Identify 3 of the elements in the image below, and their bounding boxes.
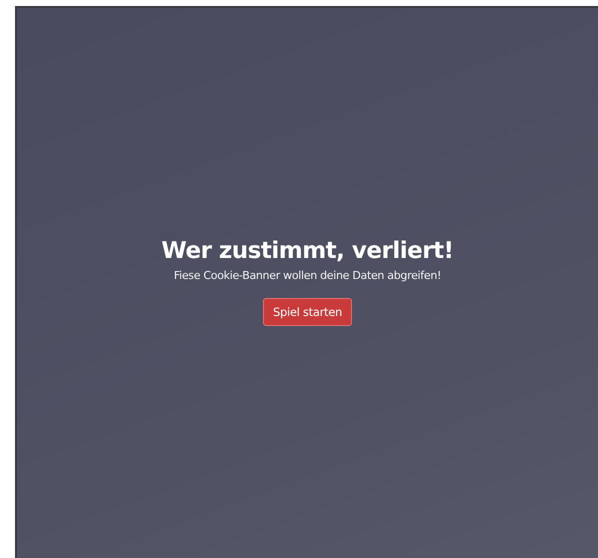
start-game-button[interactable]: Spiel starten [263, 298, 352, 326]
game-title: Wer zustimmt, verliert! [161, 237, 454, 266]
game-subtitle: Fiese Cookie-Banner wollen deine Daten abgreifen! [174, 268, 442, 284]
